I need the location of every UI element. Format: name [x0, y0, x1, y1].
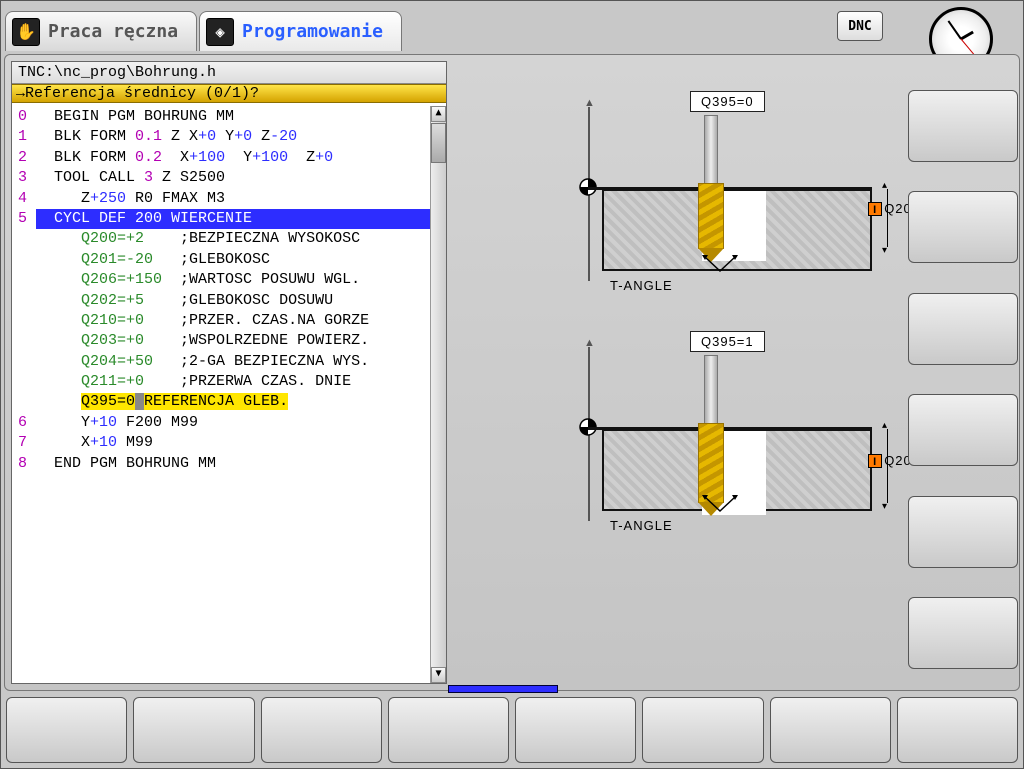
- diagram-top-label: Q395=0: [690, 91, 765, 112]
- code-line[interactable]: 5 CYCL DEF 200 WIERCENIE: [12, 209, 446, 229]
- code-line[interactable]: Q203=+0 ;WSPOLRZEDNE POWIERZ.: [12, 331, 446, 351]
- editor-pane: TNC:\nc_prog\Bohrung.h →Referencja średn…: [11, 61, 447, 684]
- code-line[interactable]: Q395=0 REFERENCJA GLEB.: [12, 392, 446, 412]
- diagram-bot-label: Q395=1: [690, 331, 765, 352]
- arrow-right-icon: →: [16, 85, 25, 102]
- softkey-h8[interactable]: [897, 697, 1018, 763]
- scroll-down-icon[interactable]: ▼: [431, 667, 446, 683]
- angle-arrows-icon: [700, 495, 740, 515]
- mode-bar: ✋ Praca ręczna ◈ Programowanie DNC: [1, 1, 1023, 55]
- prompt-text: Referencja średnicy (0/1)?: [25, 85, 259, 102]
- mode-manual-label: Praca ręczna: [48, 21, 178, 42]
- code-line[interactable]: 0 BEGIN PGM BOHRUNG MM: [12, 107, 446, 127]
- code-line[interactable]: 7 X+10 M99: [12, 433, 446, 453]
- horizontal-softkey-bar: [6, 697, 1018, 763]
- code-line[interactable]: Q204=+50 ;2-GA BEZPIECZNA WYS.: [12, 352, 446, 372]
- softkey-v3[interactable]: [908, 293, 1018, 365]
- code-line[interactable]: Q201=-20 ;GLEBOKOSC: [12, 250, 446, 270]
- mode-programming-label: Programowanie: [242, 21, 383, 42]
- main-area: TNC:\nc_prog\Bohrung.h →Referencja średn…: [4, 54, 1020, 691]
- code-line[interactable]: 2 BLK FORM 0.2 X+100 Y+100 Z+0: [12, 148, 446, 168]
- softkey-h1[interactable]: [6, 697, 127, 763]
- code-line[interactable]: Q200=+2 ;BEZPIECZNA WYSOKOSC: [12, 229, 446, 249]
- softkey-h5[interactable]: [515, 697, 636, 763]
- nc-code-listing[interactable]: 0 BEGIN PGM BOHRUNG MM1 BLK FORM 0.1 Z X…: [12, 103, 446, 683]
- softkey-v4[interactable]: [908, 394, 1018, 466]
- hand-icon: ✋: [12, 18, 40, 46]
- input-prompt[interactable]: →Referencja średnicy (0/1)?: [12, 84, 446, 103]
- code-line[interactable]: 6 Y+10 F200 M99: [12, 413, 446, 433]
- tangle-label: T-ANGLE: [610, 278, 673, 293]
- code-line[interactable]: 8 END PGM BOHRUNG MM: [12, 454, 446, 474]
- softkey-v1[interactable]: [908, 90, 1018, 162]
- softkey-h2[interactable]: [133, 697, 254, 763]
- softkey-row-indicator[interactable]: [448, 685, 558, 693]
- softkey-h3[interactable]: [261, 697, 382, 763]
- file-path: TNC:\nc_prog\Bohrung.h: [12, 62, 446, 84]
- code-line[interactable]: 1 BLK FORM 0.1 Z X+0 Y+0 Z-20: [12, 127, 446, 147]
- tangle-label: T-ANGLE: [610, 518, 673, 533]
- softkey-v2[interactable]: [908, 191, 1018, 263]
- softkey-h6[interactable]: [642, 697, 763, 763]
- softkey-v6[interactable]: [908, 597, 1018, 669]
- code-line[interactable]: 3 TOOL CALL 3 Z S2500: [12, 168, 446, 188]
- softkey-h4[interactable]: [388, 697, 509, 763]
- softkey-h7[interactable]: [770, 697, 891, 763]
- vertical-softkey-bar: [908, 80, 1018, 679]
- dnc-button[interactable]: DNC: [837, 11, 883, 41]
- scroll-up-icon[interactable]: ▲: [431, 106, 446, 122]
- code-line[interactable]: Q202=+5 ;GLEBOKOSC DOSUWU: [12, 291, 446, 311]
- code-line[interactable]: 4 Z+250 R0 FMAX M3: [12, 189, 446, 209]
- scroll-thumb[interactable]: [431, 123, 446, 163]
- diagram-q395-1: Q395=1 IQ201 T-ANGLE: [580, 341, 880, 541]
- angle-arrows-icon: [700, 255, 740, 275]
- code-line[interactable]: Q211=+0 ;PRZERWA CZAS. DNIE: [12, 372, 446, 392]
- mode-programming-tab[interactable]: ◈ Programowanie: [199, 11, 402, 51]
- scrollbar[interactable]: ▲ ▼: [430, 106, 446, 683]
- diamond-arrow-icon: ◈: [206, 18, 234, 46]
- softkey-v5[interactable]: [908, 496, 1018, 568]
- diagram-q395-0: Q395=0 IQ201 T-ANGLE: [580, 101, 880, 301]
- mode-manual-tab[interactable]: ✋ Praca ręczna: [5, 11, 197, 51]
- code-line[interactable]: Q206=+150 ;WARTOSC POSUWU WGL.: [12, 270, 446, 290]
- code-line[interactable]: Q210=+0 ;PRZER. CZAS.NA GORZE: [12, 311, 446, 331]
